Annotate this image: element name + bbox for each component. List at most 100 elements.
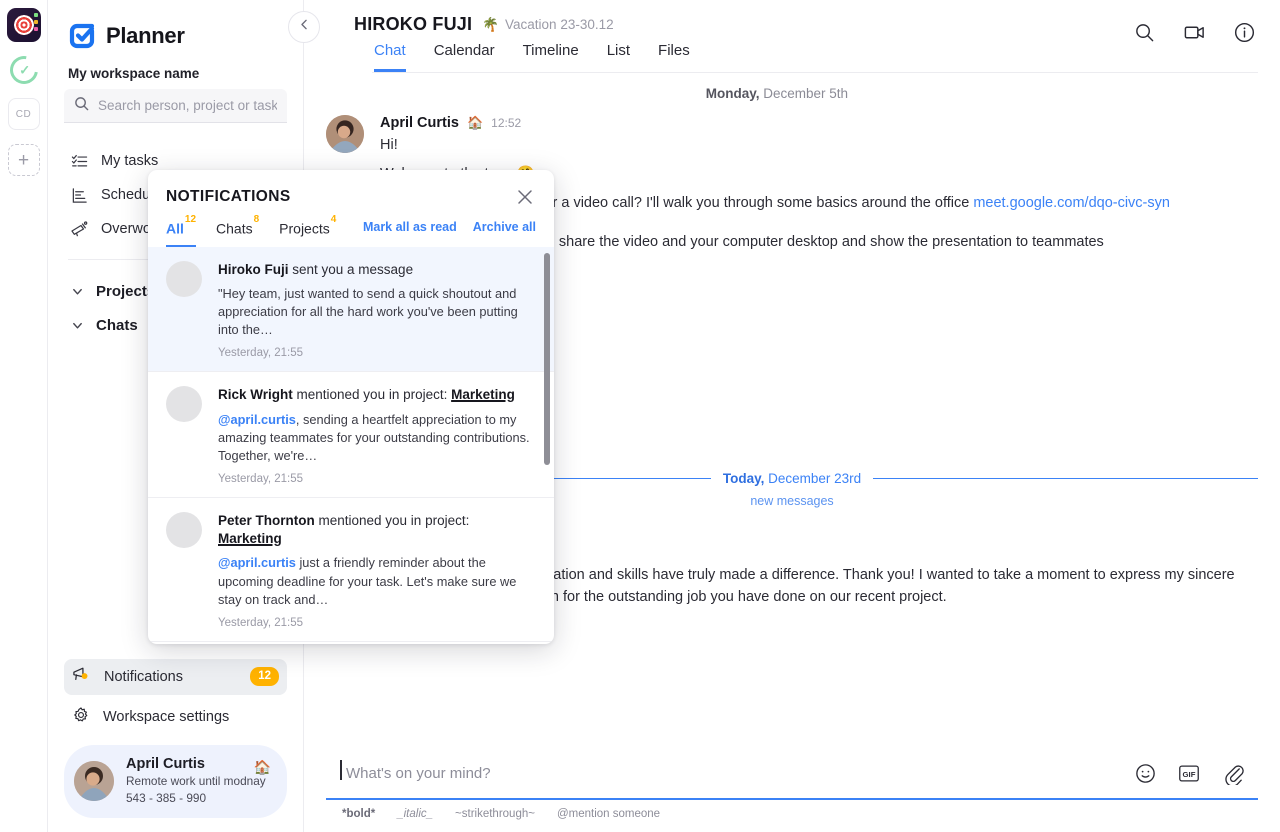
day-separator-label: Monday, December 5th: [706, 86, 848, 101]
notification-mention[interactable]: @april.curtis: [218, 412, 296, 427]
tab-list[interactable]: List: [607, 42, 630, 72]
status-text: Vacation 23-30.12: [505, 17, 614, 32]
notif-tab-count: 8: [253, 214, 260, 225]
sidebar-group-label: Projects: [96, 282, 156, 300]
hint-strikethrough: ~strikethrough~: [455, 808, 535, 820]
current-user-card[interactable]: April Curtis Remote work until modnay 54…: [64, 744, 287, 818]
user-status: Remote work until modnay: [126, 773, 266, 788]
chat-header: HIROKO FUJI 🌴 Vacation 23-30.12 Chat Cal…: [288, 0, 1280, 76]
schedule-icon: [70, 186, 88, 204]
hint-bold: *bold*: [342, 808, 376, 820]
gif-icon[interactable]: GIF: [1176, 760, 1202, 786]
notifications-panel[interactable]: NOTIFICATIONS All12 Chats8 Projects4 Mar…: [148, 170, 554, 644]
tab-chat[interactable]: Chat: [374, 42, 406, 72]
sidebar-item-workspace-settings[interactable]: Workspace settings: [64, 699, 287, 735]
notification-project[interactable]: Marketing: [218, 531, 282, 546]
notifications-panel-title: NOTIFICATIONS: [166, 188, 291, 205]
sidebar-footer: Notifications 12 Workspace settings Apri…: [64, 658, 287, 818]
sidebar-item-label: Workspace settings: [103, 708, 230, 725]
tab-timeline[interactable]: Timeline: [523, 42, 579, 72]
close-icon[interactable]: [514, 186, 536, 208]
notification-headline: Peter Thornton mentioned you in project:…: [218, 512, 536, 548]
day-separator-monday: Monday, December 5th: [326, 86, 848, 101]
tab-calendar[interactable]: Calendar: [434, 42, 495, 72]
sidebar-group-label: Chats: [96, 316, 138, 334]
planner-logo-icon: [68, 22, 96, 50]
chevron-down-icon: [70, 318, 84, 332]
notifications-badge: 12: [250, 667, 279, 686]
notification-headline: Hiroko Fuji sent you a message: [218, 261, 536, 279]
scrollbar-thumb[interactable]: [544, 252, 550, 465]
hint-mention: @mention someone: [556, 808, 661, 820]
add-workspace-button[interactable]: +: [7, 144, 40, 176]
notification-verb: mentioned you in project:: [314, 513, 470, 529]
composer: GIF *bold* _italic_ ~strikethrough~ @men…: [304, 736, 1280, 832]
notification-time: Yesterday, 21:55: [218, 347, 304, 360]
notification-mention[interactable]: @april.curtis: [218, 555, 296, 570]
search-input[interactable]: [98, 98, 277, 113]
notif-tab-projects[interactable]: Projects4: [279, 214, 336, 247]
message-input[interactable]: [340, 764, 1114, 782]
mark-all-as-read-button[interactable]: Mark all as read: [363, 220, 457, 234]
notification-project[interactable]: Marketing: [451, 387, 515, 402]
workspace-tile-cd[interactable]: CD: [7, 98, 40, 130]
notification-verb: mentioned you in project:: [292, 387, 452, 403]
notification-item[interactable]: Rick Wright mentioned you in project: Ma…: [148, 372, 554, 499]
notification-snippet: "Hey team, just wanted to send a quick s…: [218, 285, 518, 338]
planner-check-logo[interactable]: ✓: [4, 50, 43, 90]
emoji-smiley-icon[interactable]: [1132, 760, 1158, 786]
chevron-left-icon: [298, 18, 311, 36]
notification-item[interactable]: Hiroko Fuji mentioned you in project: Ma…: [148, 642, 554, 644]
meet-link[interactable]: meet.google.com/dqo-civc-syn: [973, 195, 1170, 211]
notif-tab-chats[interactable]: Chats8: [216, 214, 259, 247]
avatar: [166, 386, 202, 423]
back-button[interactable]: [288, 11, 320, 43]
message-line: Hi!: [380, 137, 398, 153]
notification-snippet: @april.curtis just a friendly reminder a…: [218, 554, 536, 608]
workspace-name: My workspace name: [68, 66, 200, 81]
checklist-icon: [70, 152, 88, 170]
text-caret: [340, 760, 342, 780]
brand: Planner: [64, 0, 287, 66]
notifications-panel-header: NOTIFICATIONS: [148, 170, 554, 212]
notification-item[interactable]: Peter Thornton mentioned you in project:…: [148, 498, 554, 642]
hint-italic: _italic_: [397, 808, 434, 820]
avatar: [166, 512, 202, 549]
tab-files[interactable]: Files: [658, 42, 690, 72]
tabs-underline: [372, 71, 1258, 73]
day-separator-bold: Today,: [722, 471, 765, 486]
notif-tab-all[interactable]: All12: [166, 214, 197, 247]
notification-actor: Peter Thornton: [218, 513, 315, 529]
search-icon[interactable]: [1132, 20, 1156, 44]
notification-time: Yesterday, 21:55: [218, 473, 304, 486]
gear-icon: [72, 706, 90, 728]
user-name: April Curtis: [126, 755, 205, 772]
notif-tab-count: 12: [184, 214, 197, 225]
user-phone: 543 - 385 - 990: [126, 791, 207, 806]
notification-item[interactable]: Hiroko Fuji sent you a message "Hey team…: [148, 246, 554, 373]
day-separator-rest: December 23rd: [764, 471, 862, 486]
composer-box[interactable]: GIF: [326, 750, 1258, 800]
chevron-down-icon: [70, 284, 84, 298]
dartboard-glyph: [13, 15, 34, 35]
avatar: [74, 761, 114, 802]
notifications-list[interactable]: Hiroko Fuji sent you a message "Hey team…: [148, 246, 554, 644]
brand-name: Planner: [106, 23, 185, 48]
notification-time: Yesterday, 21:55: [218, 616, 304, 629]
video-camera-icon[interactable]: [1182, 20, 1206, 44]
day-separator-label: Today, December 23rd: [723, 471, 861, 486]
message-header: April Curtis 🏠 12:52: [380, 115, 1258, 131]
archive-all-button[interactable]: Archive all: [473, 220, 536, 234]
chat-tabs: Chat Calendar Timeline List Files: [354, 42, 1258, 72]
sidebar-item-label: Notifications: [104, 668, 183, 685]
dartboard-app-icon[interactable]: [6, 8, 41, 42]
sidebar-item-label: My tasks: [101, 153, 159, 169]
search-box[interactable]: [64, 89, 287, 123]
message-author: April Curtis: [380, 115, 459, 131]
notification-headline: Rick Wright mentioned you in project: Ma…: [218, 386, 536, 404]
avatar: [326, 115, 364, 153]
paperclip-icon[interactable]: [1220, 760, 1246, 786]
info-icon[interactable]: [1232, 20, 1256, 44]
sidebar-item-notifications[interactable]: Notifications 12: [64, 658, 287, 695]
dartboard-dots: [33, 13, 38, 31]
